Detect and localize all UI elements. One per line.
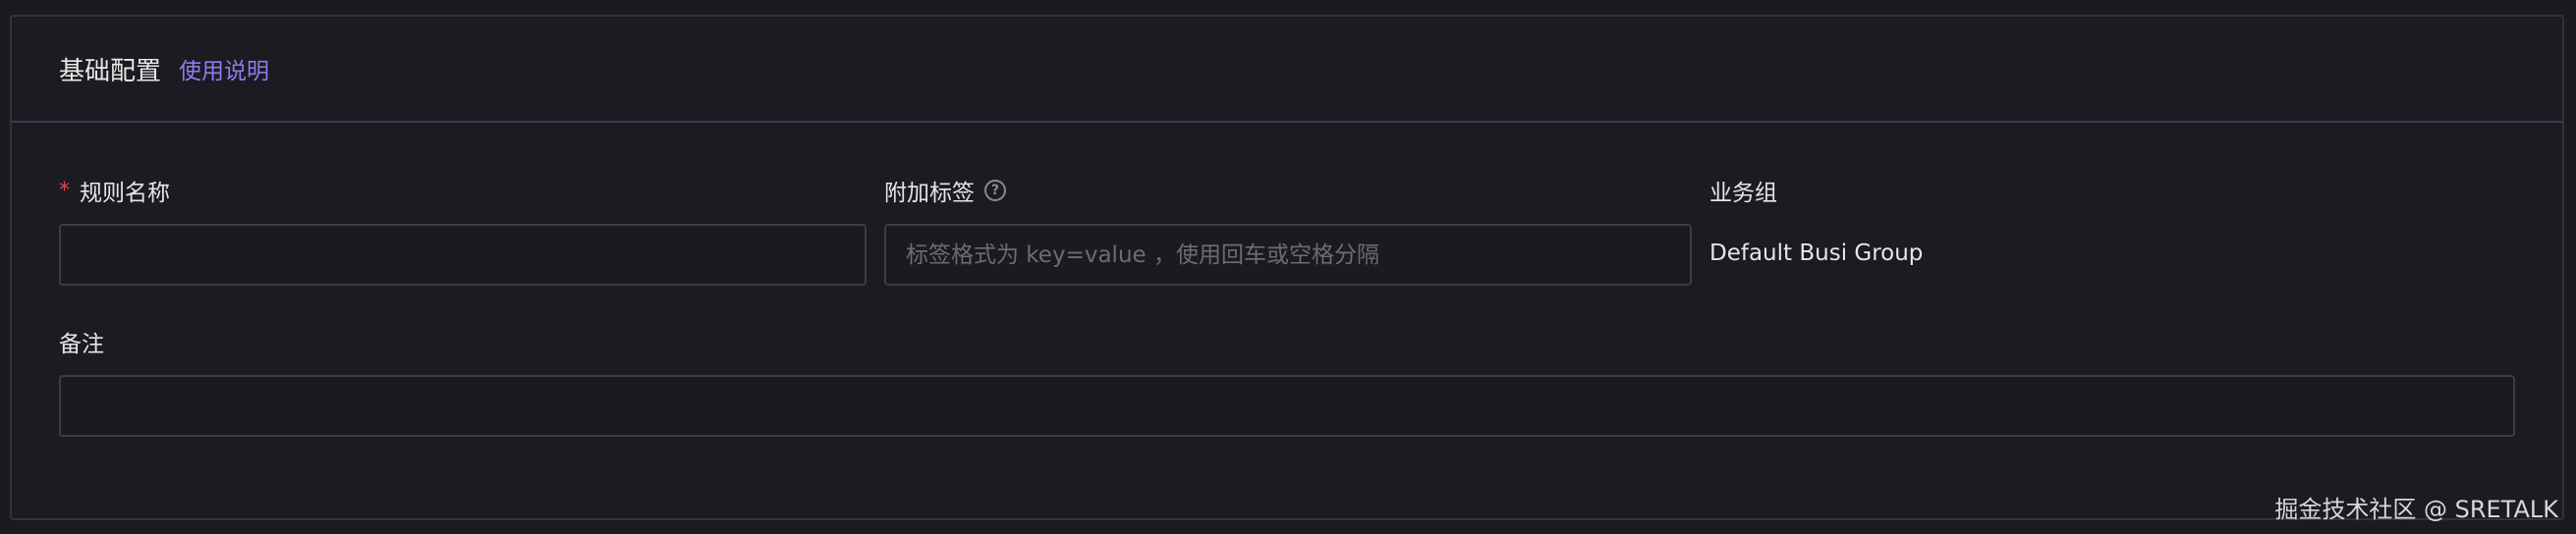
card-header: 基础配置 使用说明 — [12, 17, 2562, 123]
rule-name-input[interactable] — [59, 224, 867, 286]
busi-group-label: 业务组 — [1709, 174, 1777, 207]
note-input[interactable] — [59, 375, 2515, 437]
question-circle-icon[interactable]: ? — [984, 180, 1006, 201]
required-mark: * — [59, 178, 70, 203]
note-label-text: 备注 — [59, 332, 104, 357]
tags-label: 附加标签 ? — [884, 174, 1006, 207]
rule-name-label: * 规则名称 — [59, 174, 170, 207]
note-label: 备注 — [59, 325, 104, 358]
card-title: 基础配置 — [59, 56, 162, 86]
busi-group-label-text: 业务组 — [1709, 181, 1777, 206]
rule-name-label-text: 规则名称 — [80, 181, 170, 206]
basic-config-card: 基础配置 使用说明 * 规则名称 附加标签 ? 业务组 Default Busi… — [10, 15, 2564, 520]
tags-input[interactable] — [884, 224, 1692, 286]
busi-group-value: Default Busi Group — [1709, 240, 1924, 266]
tags-label-text: 附加标签 — [884, 181, 975, 206]
watermark: 掘金技术社区 @ SRETALK — [2274, 496, 2558, 523]
help-link[interactable]: 使用说明 — [179, 52, 269, 85]
